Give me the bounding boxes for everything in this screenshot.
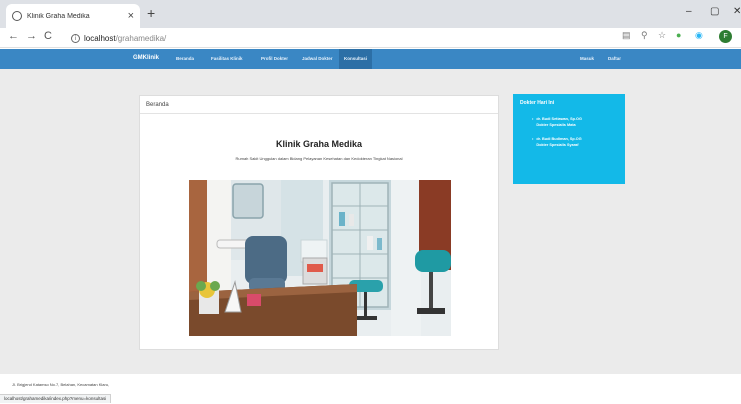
page-title: Klinik Graha Medika [275,139,363,149]
new-tab-button[interactable]: + [147,6,155,20]
profile-avatar[interactable]: F [719,30,732,43]
bookmark-star-icon[interactable]: ☆ [658,31,666,40]
forward-icon[interactable]: → [26,31,37,42]
doctor-list-item[interactable]: • dr. Budi Budiman, Sp.OG Dokter Spesial… [532,136,618,148]
nav-beranda[interactable]: Beranda [176,56,194,61]
nav-konsultasi[interactable]: Konsultasi [339,49,373,69]
bullet-icon: • [532,117,534,121]
clinic-room-illustration [189,180,451,336]
translate-icon[interactable]: ▤ [622,31,631,40]
tab-strip: Klinik Graha Medika × + – ▢ ✕ [0,0,741,28]
close-window-icon[interactable]: ✕ [733,7,741,17]
doctors-today-card: Dokter Hari Ini • dr. Budi Setiawan, Sp.… [513,94,625,184]
page-body: Beranda Klinik Graha Medika Rumah Sakit … [0,69,741,374]
panel-heading: Beranda [140,96,498,114]
globe-icon [12,11,22,21]
minimize-icon[interactable]: – [686,7,692,17]
page-tagline: Rumah Sakit Unggulan dalam Bidang Pelaya… [235,156,403,161]
footer-area: Jl. Brigjend Katamso No.7, Belahan, Keca… [0,374,741,404]
browser-toolbar: ← → C i localhost/grahamedika/ ▤ ⚲ ☆ ● ◉… [0,28,741,48]
nav-fasilitas-klinik[interactable]: Fasilitas Klinik [211,56,243,61]
bullet-icon: • [532,137,534,141]
doctor-name: dr. Budi Budiman, Sp.OG [536,137,582,141]
site-brand[interactable]: GMKlinik [133,55,159,61]
nav-jadwal-dokter[interactable]: Jadwal Dokter [302,56,333,61]
back-icon[interactable]: ← [8,31,19,42]
doctor-specialty: Dokter Spesialis Mata [536,123,576,127]
url-host: localhost [84,33,116,43]
browser-status-bar: localhost/grahamedika/index.php?menu=kon… [0,394,112,403]
nav-masuk[interactable]: Masuk [580,56,594,61]
doctor-list-item[interactable]: • dr. Budi Setiawan, Sp.OG Dokter Spesia… [532,116,618,128]
nav-daftar[interactable]: Daftar [608,56,621,61]
main-panel: Beranda Klinik Graha Medika Rumah Sakit … [139,95,499,350]
tab-title: Klinik Graha Medika [27,12,90,20]
footer-address: Jl. Brigjend Katamso No.7, Belahan, Keca… [12,382,110,387]
url-text[interactable]: localhost/grahamedika/ [84,34,166,43]
reload-icon[interactable]: C [44,31,52,42]
maximize-icon[interactable]: ▢ [710,7,719,17]
extension-icon-2[interactable]: ◉ [695,31,703,40]
doctors-today-title: Dokter Hari Ini [520,100,555,106]
browser-window: Klinik Graha Medika × + – ▢ ✕ ← → C i lo… [0,0,741,404]
clinic-room-photo [189,180,451,336]
site-info-icon[interactable]: i [71,33,80,43]
url-path: /grahamedika/ [115,33,167,43]
address-bar[interactable]: i localhost/grahamedika/ [71,30,601,46]
zoom-icon[interactable]: ⚲ [641,31,648,40]
doctor-name: dr. Budi Setiawan, Sp.OG [536,117,582,121]
nav-profil-dokter[interactable]: Profil Dokter [261,56,288,61]
site-navbar: GMKlinik Beranda Fasilitas Klinik Profil… [0,49,741,69]
browser-tab[interactable]: Klinik Graha Medika × [6,4,140,28]
doctor-specialty: Dokter Spesialis Syaraf [536,143,579,147]
close-tab-icon[interactable]: × [128,10,134,22]
extension-icon[interactable]: ● [676,31,681,40]
